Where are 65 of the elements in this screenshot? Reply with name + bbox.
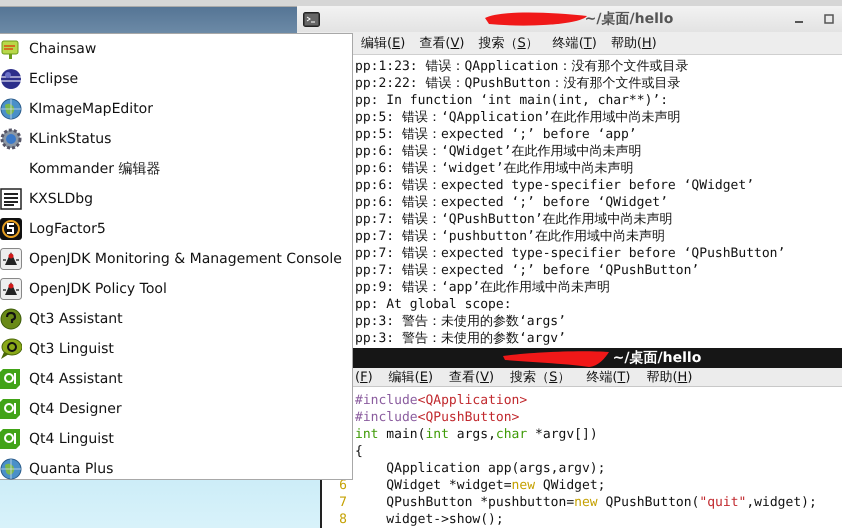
terminal-line: pp:6: 错误：expected ‘;’ before ‘QWidget’ — [355, 194, 669, 211]
code-line: QWidget *widget=new QWidget; — [385, 477, 606, 494]
speech-bubble-icon — [0, 338, 22, 360]
terminal-line: pp:3: 警告：未使用的参数‘args’ — [355, 313, 567, 330]
menu-item[interactable]: KImageMapEditor — [0, 94, 352, 124]
globe-icon — [0, 98, 22, 120]
menu-item[interactable]: 终端(T) — [552, 34, 597, 52]
terminal-line: pp: At global scope: — [355, 296, 513, 313]
code-line: { — [355, 443, 363, 460]
window-title: ~/桌面/hello — [612, 349, 702, 367]
question-icon — [0, 308, 22, 330]
code-line: QApplication app(args,argv); — [385, 460, 606, 477]
terminal-line: pp:7: 错误：expected type-specifier before ‘QPushButton’ — [355, 245, 786, 262]
terminal-line: pp:7: 错误：‘QPushButton’在此作用域中尚未声明 — [355, 211, 674, 228]
terminal-line: pp:5: 错误：expected ‘;’ before ‘app’ — [355, 126, 638, 143]
menu-item[interactable]: 查看(V) — [449, 368, 494, 386]
terminal-line: pp:6: 错误：expected type-specifier before ‘QWidget’ — [355, 177, 756, 194]
menu-item[interactable]: 编辑(E) — [388, 368, 434, 386]
sign-icon — [0, 38, 22, 60]
terminal-icon — [303, 12, 320, 26]
maximize-icon[interactable] — [824, 14, 834, 24]
cog-icon — [0, 128, 22, 150]
menu-item[interactable]: Chainsaw — [0, 34, 352, 64]
menu-item[interactable]: Qt3 Assistant — [0, 304, 352, 334]
code-line: #include<QPushButton> — [355, 409, 520, 426]
menu-item[interactable]: LogFactor5 — [0, 214, 352, 244]
terminal-line: pp:7: 错误：‘pushbutton’在此作用域中尚未声明 — [355, 228, 666, 245]
mascot-icon — [0, 248, 22, 270]
terminal-line: pp:9: 错误：‘app’在此作用域中尚未声明 — [355, 279, 612, 296]
menu-item[interactable]: (F) — [355, 370, 373, 384]
menu-item[interactable]: Qt3 Linguist — [0, 334, 352, 364]
line-number: 7 — [339, 495, 347, 510]
menu-item[interactable]: Qt4 Linguist — [0, 424, 352, 454]
menu-item[interactable]: Eclipse — [0, 64, 352, 94]
terminal-line: pp:2:22: 错误：QPushButton：没有那个文件或目录 — [355, 75, 682, 92]
terminal-line: pp:1:23: 错误：QApplication：没有那个文件或目录 — [355, 58, 690, 75]
terminal-line: pp:7: 错误：expected ‘;’ before ‘QPushButton’ — [355, 262, 700, 279]
sphere-icon — [0, 68, 22, 90]
menu-item[interactable]: KXSLDbg — [0, 184, 352, 214]
menu-item[interactable]: 搜索（S） — [510, 368, 570, 386]
menu-item[interactable]: Qt4 Designer — [0, 394, 352, 424]
menu-item[interactable]: OpenJDK Policy Tool — [0, 274, 352, 304]
menu-item[interactable]: OpenJDK Monitoring & Management Console — [0, 244, 352, 274]
menu-item[interactable]: 搜索（S） — [478, 34, 539, 52]
window-title: ~/桌面/hello — [584, 10, 674, 28]
terminal-line: pp: In function ‘int main(int, char**)’: — [355, 92, 670, 109]
menu-item[interactable]: KLinkStatus — [0, 124, 352, 154]
code-line: widget->show(); — [385, 511, 504, 528]
globe-icon — [0, 458, 22, 480]
menu-item[interactable]: Kommander 编辑器 — [0, 154, 352, 184]
menu-item[interactable]: 帮助(H) — [646, 368, 692, 386]
code-line: int main(int args,char *argv[]) — [355, 426, 598, 443]
terminal-line: pp:3: 警告：未使用的参数‘argv’ — [355, 330, 567, 347]
menu-item[interactable]: 终端(T) — [586, 368, 630, 386]
mascot-icon — [0, 278, 22, 300]
line-number: 8 — [339, 512, 347, 527]
menu-item[interactable]: 查看(V) — [419, 34, 464, 52]
code-line: QPushButton *pushbutton=new QPushButton("quit",widget); — [385, 494, 817, 511]
code-line: #include<QApplication> — [355, 392, 528, 409]
terminal-line: pp:6: 错误：‘QWidget’在此作用域中尚未声明 — [355, 143, 642, 160]
menu-item[interactable]: 帮助(H) — [610, 34, 657, 52]
terminal-line: pp:6: 错误：‘widget’在此作用域中尚未声明 — [355, 160, 635, 177]
menu-item[interactable]: Qt4 Assistant — [0, 364, 352, 394]
terminal-line: pp:5: 错误：‘QApplication’在此作用域中尚未声明 — [355, 109, 682, 126]
menu-item[interactable]: 编辑(E) — [361, 34, 406, 52]
